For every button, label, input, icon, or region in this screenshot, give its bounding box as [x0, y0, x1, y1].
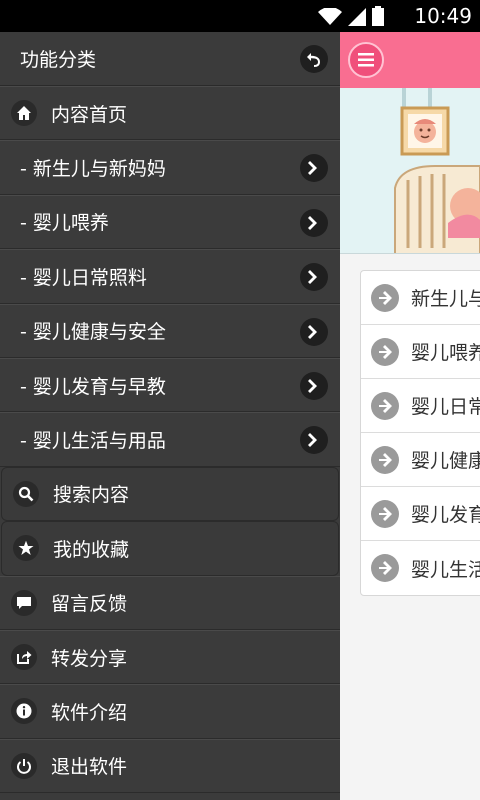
arrow-right-circle-icon	[371, 445, 399, 474]
category-card[interactable]: 婴儿发育	[361, 487, 480, 541]
drawer-item-label: 转发分享	[51, 647, 128, 670]
baby-crib-illustration	[340, 88, 480, 253]
drawer-item-development[interactable]: - 婴儿发育与早教	[0, 357, 340, 413]
category-card[interactable]: 新生儿与	[361, 271, 480, 325]
menu-button[interactable]	[348, 42, 384, 78]
search-icon	[13, 480, 39, 507]
drawer-item-label: - 新生儿与新妈妈	[20, 158, 166, 181]
chevron-right-icon	[300, 317, 328, 346]
category-card-label: 婴儿健康	[411, 450, 480, 472]
drawer-item-label: 软件介绍	[51, 701, 128, 724]
drawer-item-label: 退出软件	[51, 756, 128, 779]
drawer-back-button[interactable]	[300, 45, 328, 73]
share-icon	[11, 644, 37, 671]
category-card-label: 婴儿喂养	[411, 342, 480, 364]
home-icon	[11, 100, 37, 127]
hamburger-icon	[358, 53, 374, 67]
drawer-item-label: 搜索内容	[53, 484, 130, 507]
drawer-item-feeding[interactable]: - 婴儿喂养	[0, 194, 340, 250]
category-card[interactable]: 婴儿日常	[361, 379, 480, 433]
undo-icon	[307, 53, 320, 67]
chevron-right-icon	[300, 263, 328, 292]
drawer-header: 功能分类	[0, 32, 340, 86]
power-icon	[11, 752, 37, 779]
drawer-item-favorites[interactable]: 我的收藏	[1, 521, 339, 576]
drawer-item-exit[interactable]: 退出软件	[0, 738, 340, 794]
drawer-title: 功能分类	[20, 49, 97, 71]
drawer-item-share[interactable]: 转发分享	[0, 629, 340, 685]
banner-illustration	[340, 88, 480, 254]
message-icon	[11, 589, 37, 616]
drawer-item-label: - 婴儿生活与用品	[20, 430, 166, 453]
app-bar	[340, 32, 480, 88]
drawer-item-label: - 婴儿发育与早教	[20, 375, 166, 398]
chevron-right-icon	[300, 208, 328, 237]
drawer-item-newborn[interactable]: - 新生儿与新妈妈	[0, 140, 340, 195]
drawer-item-feedback[interactable]: 留言反馈	[0, 575, 340, 630]
arrow-right-circle-icon	[371, 554, 399, 582]
wifi-icon	[318, 8, 342, 25]
navigation-drawer: 功能分类 内容首页 - 新生儿与新妈妈 - 婴儿喂养 - 婴儿日常照料 - 婴儿…	[0, 32, 340, 800]
drawer-item-label: - 婴儿健康与安全	[20, 321, 166, 344]
category-card-label: 婴儿生活	[411, 558, 480, 581]
drawer-item-life-supplies[interactable]: - 婴儿生活与用品	[0, 412, 340, 467]
drawer-item-about[interactable]: 软件介绍	[0, 684, 340, 739]
chevron-right-icon	[300, 426, 328, 455]
drawer-item-daily-care[interactable]: - 婴儿日常照料	[0, 249, 340, 304]
info-icon	[11, 698, 37, 725]
battery-icon	[372, 6, 384, 26]
drawer-item-home[interactable]: 内容首页	[0, 86, 340, 141]
drawer-item-health-safety[interactable]: - 婴儿健康与安全	[0, 303, 340, 358]
main-content: 新生儿与 婴儿喂养 婴儿日常 婴儿健康 婴儿发育 婴儿生活	[340, 32, 480, 800]
arrow-right-circle-icon	[371, 337, 399, 366]
category-card-label: 婴儿日常	[411, 396, 480, 418]
signal-icon	[348, 8, 366, 26]
chevron-right-icon	[300, 154, 328, 183]
drawer-item-search[interactable]: 搜索内容	[1, 466, 339, 522]
drawer-item-label: - 婴儿日常照料	[20, 266, 147, 289]
drawer-item-label: 我的收藏	[53, 538, 130, 561]
chevron-right-icon	[300, 371, 328, 400]
category-card[interactable]: 婴儿健康	[361, 433, 480, 487]
drawer-item-label: - 婴儿喂养	[20, 212, 109, 235]
category-card-label: 婴儿发育	[411, 504, 480, 526]
category-card[interactable]: 婴儿生活	[361, 541, 480, 595]
status-bar: 10:49	[0, 0, 480, 32]
category-card-label: 新生儿与	[411, 288, 480, 310]
category-card-list: 新生儿与 婴儿喂养 婴儿日常 婴儿健康 婴儿发育 婴儿生活	[360, 270, 480, 596]
status-icons	[318, 6, 384, 26]
star-icon	[13, 535, 39, 562]
arrow-right-circle-icon	[371, 499, 399, 528]
drawer-item-label: 内容首页	[51, 103, 128, 126]
category-card[interactable]: 婴儿喂养	[361, 325, 480, 379]
drawer-item-label: 留言反馈	[51, 593, 128, 616]
status-time: 10:49	[414, 4, 472, 28]
arrow-right-circle-icon	[371, 283, 399, 312]
arrow-right-circle-icon	[371, 391, 399, 420]
